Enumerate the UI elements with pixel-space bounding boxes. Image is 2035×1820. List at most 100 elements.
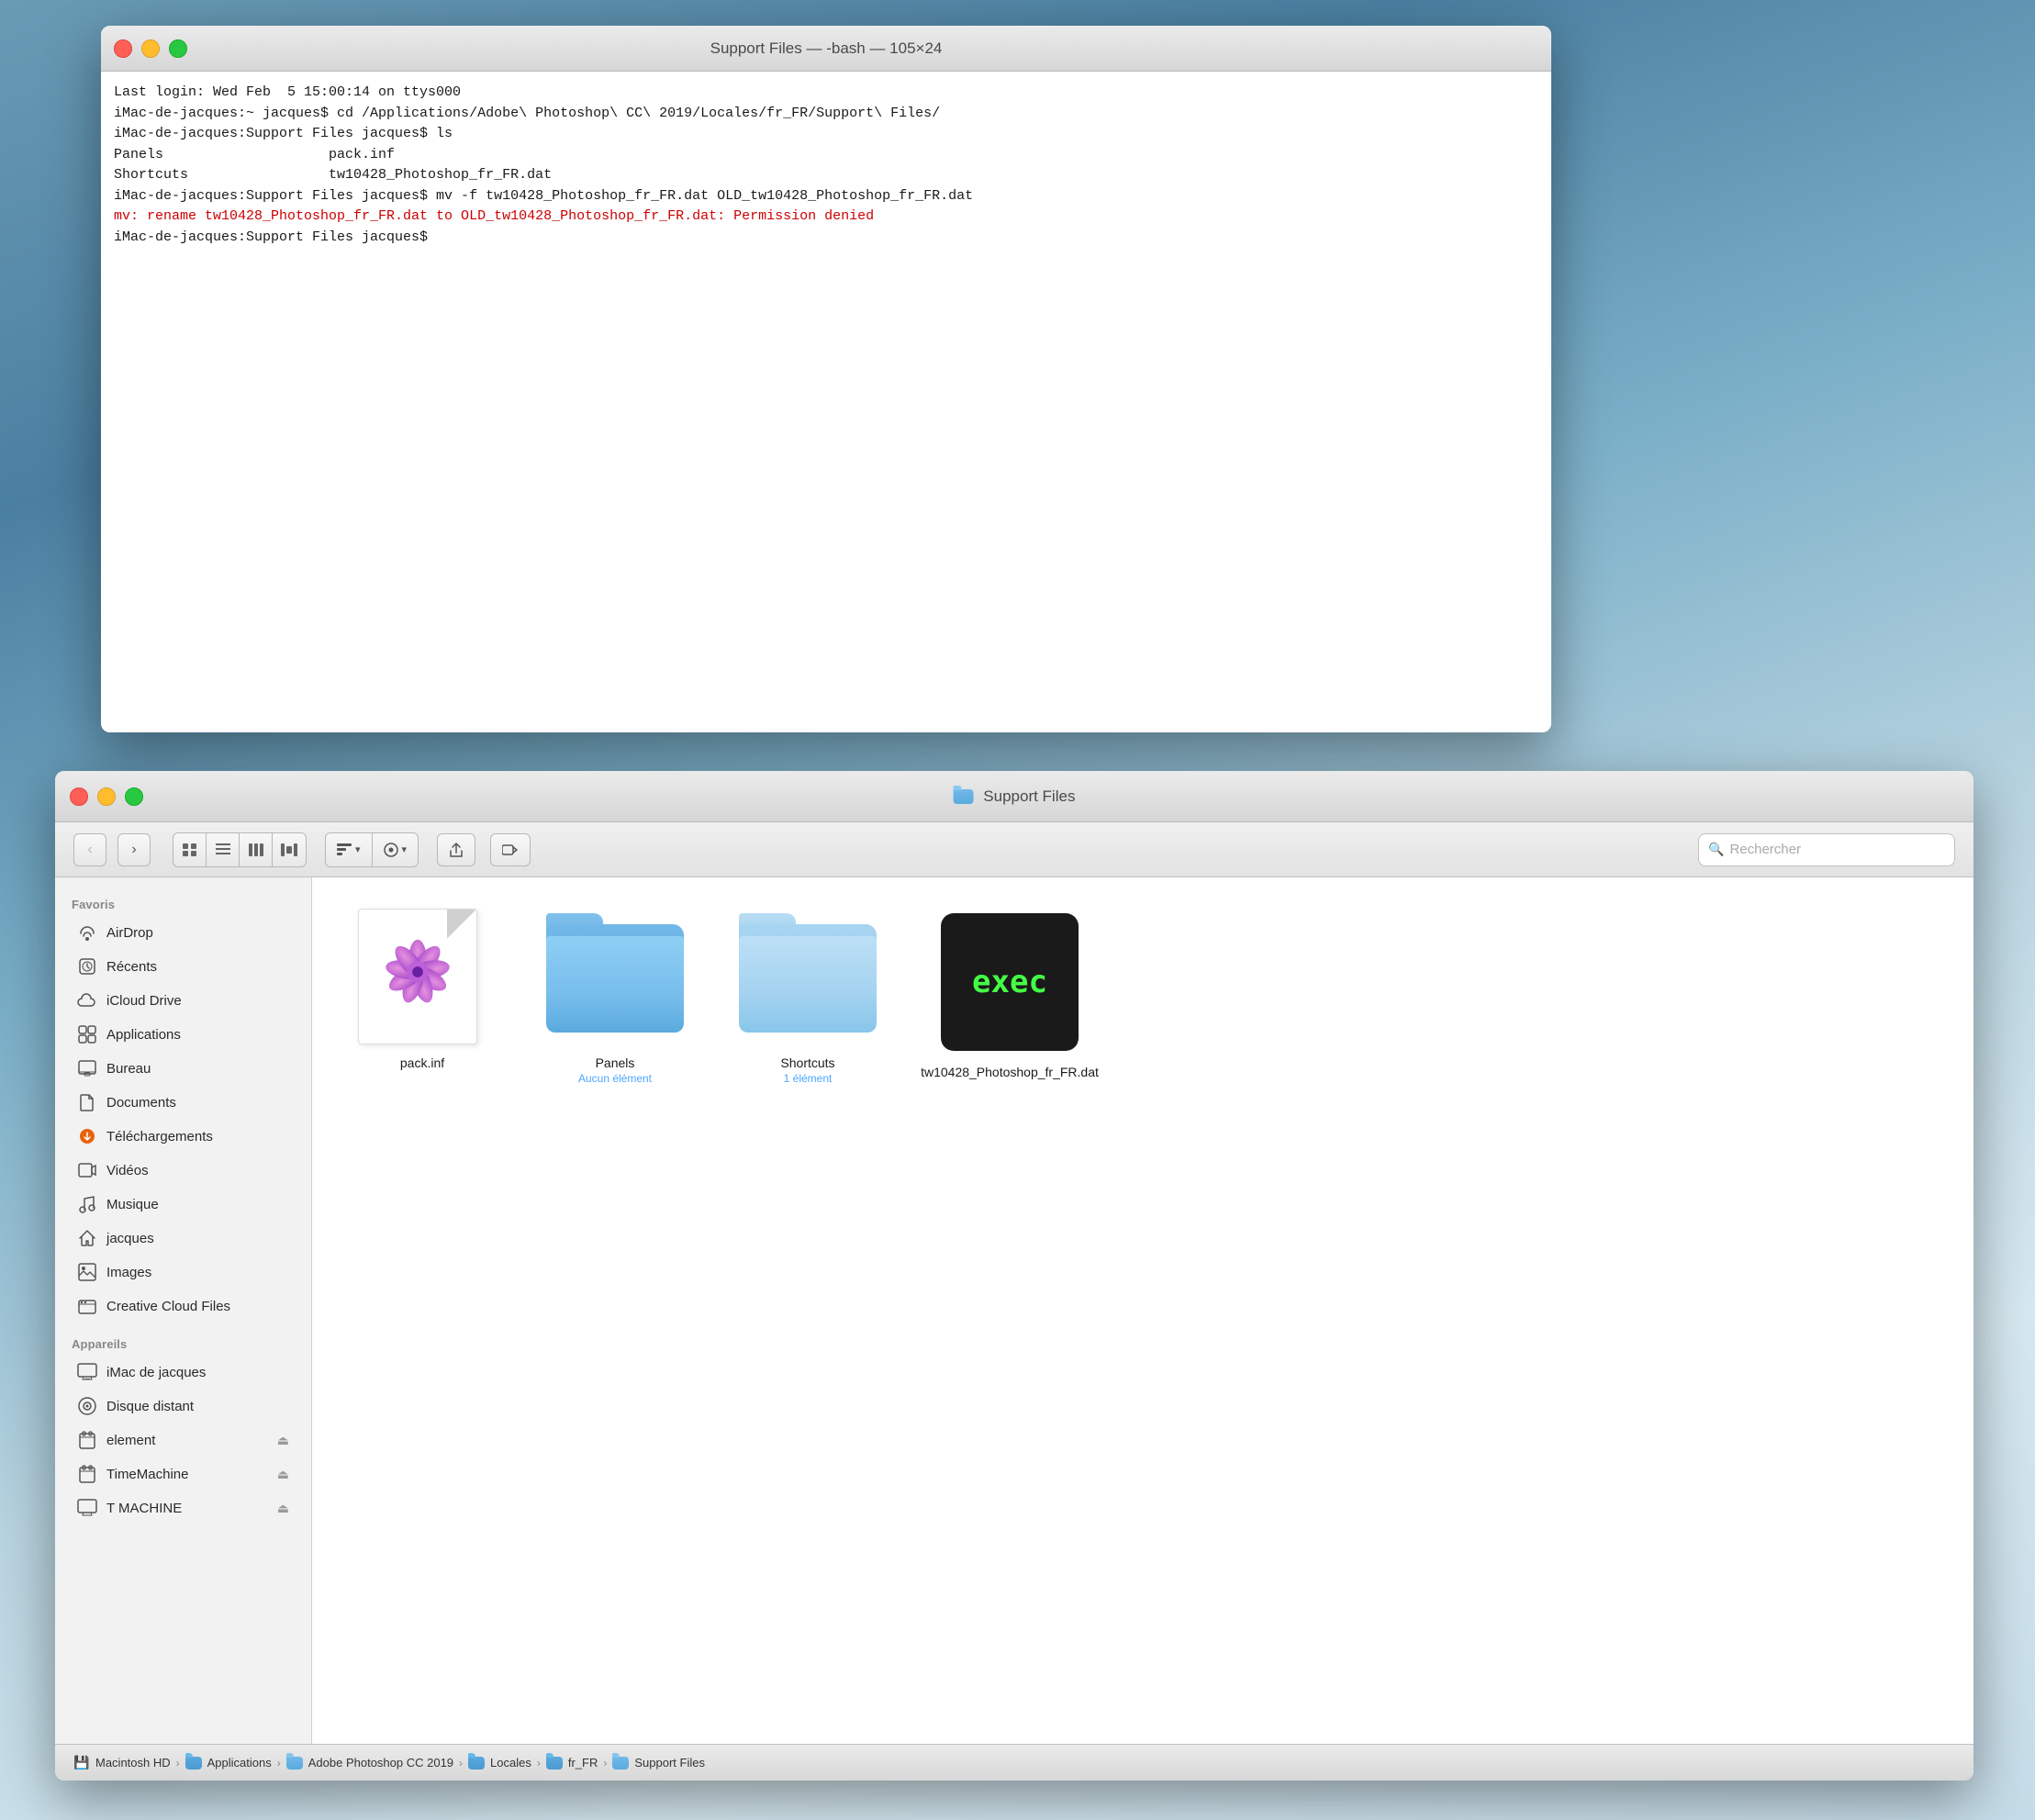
terminal-body[interactable]: Last login: Wed Feb 5 15:00:14 on ttys00… bbox=[101, 72, 1551, 732]
breadcrumb-sep-4: › bbox=[537, 1757, 541, 1770]
finder-maximize-button[interactable] bbox=[125, 787, 143, 806]
imac-icon bbox=[77, 1362, 97, 1382]
tw10428-icon-area: exec bbox=[936, 909, 1083, 1055]
folder-sm-icon-1 bbox=[185, 1757, 202, 1770]
pack-name: pack.inf bbox=[400, 1055, 444, 1070]
tmachine-eject-icon[interactable]: ⏏ bbox=[277, 1501, 289, 1516]
element-eject-icon[interactable]: ⏏ bbox=[277, 1433, 289, 1448]
column-view-button[interactable] bbox=[240, 833, 273, 866]
sidebar-label-images: Images bbox=[106, 1265, 289, 1280]
disque-icon bbox=[77, 1396, 97, 1416]
breadcrumb-bar: 💾 Macintosh HD › Applications › Adobe Ph… bbox=[55, 1744, 1974, 1781]
gallery-view-button[interactable] bbox=[273, 833, 306, 866]
airdrop-icon bbox=[77, 922, 97, 943]
sidebar-item-telechargements[interactable]: Téléchargements bbox=[61, 1120, 306, 1153]
sidebar-item-icloud[interactable]: iCloud Drive bbox=[61, 984, 306, 1017]
sidebar-item-documents[interactable]: Documents bbox=[61, 1086, 306, 1119]
tw10428-name: tw10428_Photoshop_fr_FR.dat bbox=[921, 1065, 1099, 1079]
file-item-shortcuts[interactable]: Shortcuts 1 élément bbox=[725, 899, 890, 1085]
folder-sm-icon-3 bbox=[468, 1757, 485, 1770]
disk-icon: 💾 bbox=[73, 1757, 90, 1770]
sidebar-label-recents: Récents bbox=[106, 959, 289, 975]
tmachine-icon bbox=[77, 1498, 97, 1518]
icloud-icon bbox=[77, 990, 97, 1010]
shortcuts-icon-area bbox=[734, 899, 881, 1046]
finder-titlebar: Support Files bbox=[55, 771, 1974, 822]
breadcrumb-supportfiles[interactable]: Support Files bbox=[612, 1756, 705, 1770]
file-item-panels[interactable]: Panels Aucun élément bbox=[532, 899, 698, 1085]
documents-icon bbox=[77, 1092, 97, 1112]
sidebar-label-documents: Documents bbox=[106, 1095, 289, 1111]
bureau-icon bbox=[77, 1058, 97, 1078]
file-item-pack[interactable]: pack.inf bbox=[340, 899, 505, 1085]
action-button[interactable]: ▾ bbox=[373, 833, 419, 866]
terminal-title: Support Files — -bash — 105×24 bbox=[710, 39, 943, 58]
sidebar-item-airdrop[interactable]: AirDrop bbox=[61, 916, 306, 949]
file-grid: pack.inf Panels Aucun élément bbox=[340, 899, 1946, 1085]
breadcrumb-macintosh[interactable]: 💾 Macintosh HD bbox=[73, 1756, 171, 1770]
sidebar-item-images[interactable]: Images bbox=[61, 1256, 306, 1289]
home-icon bbox=[77, 1228, 97, 1248]
videos-icon bbox=[77, 1160, 97, 1180]
search-placeholder: Rechercher bbox=[1729, 842, 1801, 857]
sidebar-label-disque: Disque distant bbox=[106, 1399, 289, 1414]
terminal-line-3: Panels pack.inf bbox=[114, 145, 1538, 166]
finder-title-folder-icon bbox=[954, 789, 974, 804]
timemachine-icon bbox=[77, 1464, 97, 1484]
sidebar-label-applications: Applications bbox=[106, 1027, 289, 1043]
breadcrumb-sep-1: › bbox=[176, 1757, 180, 1770]
sidebar-item-recents[interactable]: Récents bbox=[61, 950, 306, 983]
sidebar-label-airdrop: AirDrop bbox=[106, 925, 289, 941]
sidebar-item-applications[interactable]: Applications bbox=[61, 1018, 306, 1051]
terminal-line-7: iMac-de-jacques:Support Files jacques$ bbox=[114, 228, 1538, 249]
finder-minimize-button[interactable] bbox=[97, 787, 116, 806]
terminal-maximize-button[interactable] bbox=[169, 39, 187, 58]
finder-close-button[interactable] bbox=[70, 787, 88, 806]
sidebar-item-musique[interactable]: Musique bbox=[61, 1188, 306, 1221]
breadcrumb-photoshop[interactable]: Adobe Photoshop CC 2019 bbox=[286, 1756, 453, 1770]
breadcrumb-sep-3: › bbox=[459, 1757, 463, 1770]
terminal-line-2: iMac-de-jacques:Support Files jacques$ l… bbox=[114, 124, 1538, 145]
timemachine-eject-icon[interactable]: ⏏ bbox=[277, 1467, 289, 1482]
search-icon: 🔍 bbox=[1708, 842, 1724, 857]
sidebar-item-tmachine[interactable]: T MACHINE ⏏ bbox=[61, 1491, 306, 1524]
panels-icon-area bbox=[542, 899, 688, 1046]
list-view-button[interactable] bbox=[207, 833, 240, 866]
search-box[interactable]: 🔍 Rechercher bbox=[1698, 833, 1955, 866]
breadcrumb-applications[interactable]: Applications bbox=[185, 1756, 272, 1770]
finder-toolbar: ‹ › ▾ ▾ bbox=[55, 822, 1974, 877]
sidebar: Favoris AirDrop Récents iCloud Drive bbox=[55, 877, 312, 1744]
sidebar-item-timemachine[interactable]: TimeMachine ⏏ bbox=[61, 1457, 306, 1491]
shortcuts-name: Shortcuts bbox=[780, 1055, 834, 1070]
finder-main-content: pack.inf Panels Aucun élément bbox=[312, 877, 1974, 1744]
terminal-minimize-button[interactable] bbox=[141, 39, 160, 58]
sidebar-label-creative: Creative Cloud Files bbox=[106, 1299, 289, 1314]
terminal-close-button[interactable] bbox=[114, 39, 132, 58]
sidebar-item-imac[interactable]: iMac de jacques bbox=[61, 1356, 306, 1389]
file-item-tw10428[interactable]: exec tw10428_Photoshop_fr_FR.dat bbox=[918, 909, 1101, 1085]
sidebar-item-jacques[interactable]: jacques bbox=[61, 1222, 306, 1255]
arrange-button[interactable]: ▾ bbox=[326, 833, 373, 866]
sidebar-item-videos[interactable]: Vidéos bbox=[61, 1154, 306, 1187]
finder-traffic-lights bbox=[70, 787, 143, 806]
sidebar-item-creative[interactable]: Creative Cloud Files bbox=[61, 1290, 306, 1323]
forward-button[interactable]: › bbox=[117, 833, 151, 866]
tag-button[interactable] bbox=[490, 833, 531, 866]
sidebar-item-bureau[interactable]: Bureau bbox=[61, 1052, 306, 1085]
sidebar-label-bureau: Bureau bbox=[106, 1061, 289, 1077]
folder-sm-icon-4 bbox=[546, 1757, 563, 1770]
view-toggle-group bbox=[173, 832, 307, 867]
sidebar-item-disque[interactable]: Disque distant bbox=[61, 1390, 306, 1423]
images-icon bbox=[77, 1262, 97, 1282]
terminal-line-6: mv: rename tw10428_Photoshop_fr_FR.dat t… bbox=[114, 207, 1538, 228]
applications-icon bbox=[77, 1024, 97, 1044]
back-button[interactable]: ‹ bbox=[73, 833, 106, 866]
icon-view-button[interactable] bbox=[173, 833, 207, 866]
terminal-traffic-lights bbox=[114, 39, 187, 58]
breadcrumb-locales[interactable]: Locales bbox=[468, 1756, 531, 1770]
folder-sm-icon-2 bbox=[286, 1757, 303, 1770]
share-button[interactable] bbox=[437, 833, 475, 866]
sidebar-item-element[interactable]: element ⏏ bbox=[61, 1424, 306, 1457]
breadcrumb-frfr[interactable]: fr_FR bbox=[546, 1756, 598, 1770]
finder-window: Support Files ‹ › ▾ bbox=[55, 771, 1974, 1781]
